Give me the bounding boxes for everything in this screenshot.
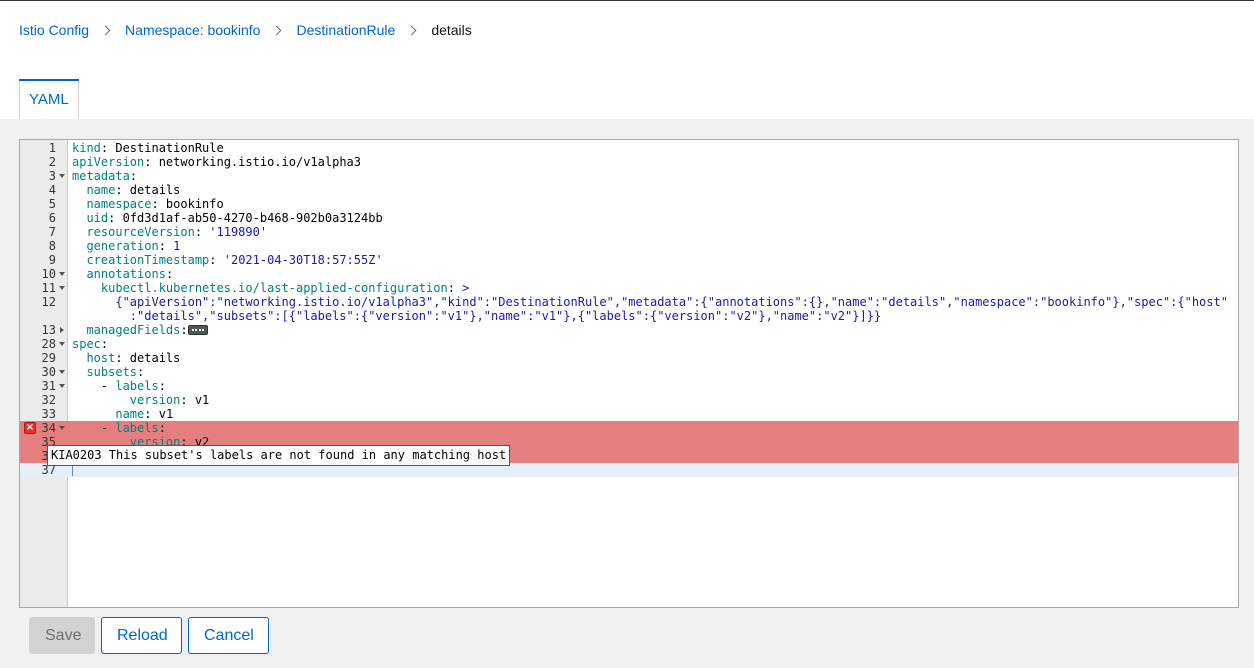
breadcrumb-namespace[interactable]: Namespace: bookinfo: [125, 22, 260, 38]
code-text: {"apiVersion":"networking.istio.io/v1alp…: [72, 295, 1228, 309]
editor-line[interactable]: 7 resourceVersion: '119890': [20, 225, 1238, 239]
line-number: 4: [48, 183, 56, 197]
code-text: managedFields:: [72, 323, 208, 337]
editor-line[interactable]: 12 {"apiVersion":"networking.istio.io/v1…: [20, 295, 1238, 309]
line-number: 6: [48, 211, 56, 225]
line-number: 33: [41, 407, 56, 421]
code-text: metadata:: [72, 169, 138, 183]
editor-line[interactable]: 2 apiVersion: networking.istio.io/v1alpha…: [20, 155, 1238, 169]
breadcrumb: Istio Config Namespace: bookinfo Destina…: [19, 21, 472, 39]
line-number: 11: [41, 281, 56, 295]
code-text: - labels:: [72, 421, 166, 435]
code-text: :"details","subsets":[{"labels":{"versio…: [72, 309, 882, 323]
save-button[interactable]: Save: [29, 617, 95, 654]
code-text: host: details: [86, 351, 181, 365]
editor-line[interactable]: 30 subsets:: [20, 365, 1238, 379]
reload-button[interactable]: Reload: [101, 617, 182, 654]
editor-line[interactable]: 5 namespace: bookinfo: [20, 197, 1238, 211]
editor-line[interactable]: 33 name: v1: [20, 407, 1238, 421]
editor-line[interactable]: 28 spec:: [20, 337, 1238, 351]
fold-collapse-icon[interactable]: [59, 272, 65, 276]
chevron-right-icon: [100, 25, 111, 35]
fold-collapse-icon[interactable]: [59, 370, 65, 374]
code-text: resourceVersion: '119890': [86, 225, 268, 239]
editor-line[interactable]: 32 version: v1: [20, 393, 1238, 407]
fold-expand-icon[interactable]: [60, 327, 64, 333]
editor-line[interactable]: 9 creationTimestamp: '2021-04-30T18:57:5…: [20, 253, 1238, 267]
line-number: 7: [48, 225, 56, 239]
line-number: 29: [41, 351, 56, 365]
line-number: 13: [41, 323, 56, 337]
code-text: kubectl.kubernetes.io/last-applied-confi…: [100, 281, 470, 295]
code-text: - labels:: [72, 379, 166, 393]
fold-collapse-icon[interactable]: [59, 342, 65, 346]
tab-list: YAML: [19, 79, 79, 119]
code-text: creationTimestamp: '2021-04-30T18:57:55Z…: [86, 253, 383, 267]
fold-collapse-icon[interactable]: [59, 174, 65, 178]
cancel-button[interactable]: Cancel: [188, 617, 269, 654]
editor-line[interactable]: 13 managedFields:: [20, 323, 1238, 337]
line-number: 30: [41, 365, 56, 379]
editor-line[interactable]: 3 metadata:: [20, 169, 1238, 183]
line-number: 12: [41, 295, 56, 309]
code-text: uid: 0fd3d1af-ab50-4270-b468-902b0a3124b…: [86, 211, 383, 225]
action-bar: Save Reload Cancel: [29, 617, 269, 654]
line-number: 8: [48, 239, 56, 253]
editor-line[interactable]: 31 - labels:: [20, 379, 1238, 393]
yaml-editor[interactable]: 1 kind: DestinationRule 2 apiVersion: netwo…: [19, 139, 1239, 608]
code-text: spec:: [72, 337, 109, 351]
code-text: subsets:: [86, 365, 145, 379]
code-text: annotations:: [86, 267, 174, 281]
line-number: 5: [48, 197, 56, 211]
editor-line[interactable]: 1 kind: DestinationRule: [20, 141, 1238, 155]
editor-line[interactable]: 10 annotations:: [20, 267, 1238, 281]
code-text: apiVersion: networking.istio.io/v1alpha3: [72, 155, 361, 169]
editor-line[interactable]: × 34 - labels:: [20, 421, 1238, 435]
tab-yaml[interactable]: YAML: [19, 79, 79, 119]
line-number: 28: [41, 337, 56, 351]
line-number: 1: [48, 141, 56, 155]
line-number: 32: [41, 393, 56, 407]
code-text: name: v1: [115, 407, 174, 421]
fold-collapse-icon[interactable]: [59, 426, 65, 430]
code-text: version: v1: [129, 393, 210, 407]
breadcrumb-istio-config[interactable]: Istio Config: [19, 22, 89, 38]
editor-line[interactable]: 4 name: details: [20, 183, 1238, 197]
editor-line[interactable]: 8 generation: 1: [20, 239, 1238, 253]
code-text: name: details: [86, 183, 181, 197]
chevron-right-icon: [406, 25, 417, 35]
fold-collapse-icon[interactable]: [59, 286, 65, 290]
chevron-right-icon: [272, 25, 282, 35]
line-number: 10: [41, 267, 56, 281]
line-number: 34: [41, 421, 56, 435]
editor-line[interactable]: 29 host: details: [20, 351, 1238, 365]
code-text: namespace: bookinfo: [86, 197, 224, 211]
line-number: 31: [41, 379, 56, 393]
folded-content-widget[interactable]: [187, 324, 208, 335]
breadcrumb-destinationrule[interactable]: DestinationRule: [296, 22, 395, 38]
code-text: kind: DestinationRule: [72, 141, 224, 155]
editor-line[interactable]: 6 uid: 0fd3d1af-ab50-4270-b468-902b0a312…: [20, 211, 1238, 225]
line-number: 3: [48, 169, 56, 183]
page-header: Istio Config Namespace: bookinfo Destina…: [0, 1, 1254, 119]
fold-collapse-icon[interactable]: [59, 384, 65, 388]
breadcrumb-current: details: [431, 22, 472, 38]
line-number: 2: [48, 155, 56, 169]
line-number: 9: [48, 253, 56, 267]
editor-line[interactable]: 11 kubectl.kubernetes.io/last-applied-co…: [20, 281, 1238, 295]
code-text: generation: 1: [86, 239, 181, 253]
editor-line[interactable]: :"details","subsets":[{"labels":{"versio…: [20, 309, 1238, 323]
validation-tooltip: KIA0203 This subset's labels are not fou…: [47, 445, 511, 466]
